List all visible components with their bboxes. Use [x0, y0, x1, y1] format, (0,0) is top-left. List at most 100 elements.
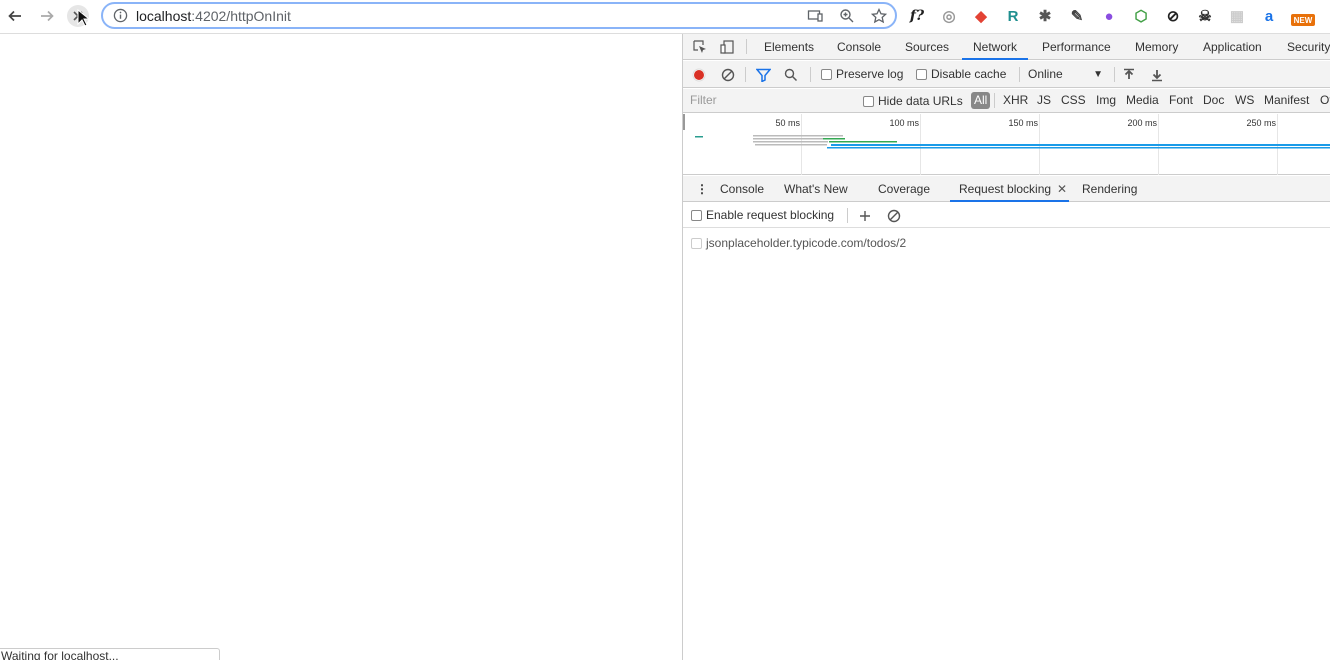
filter-type-font[interactable]: Font	[1169, 93, 1193, 107]
enable-request-blocking-label: Enable request blocking	[706, 208, 835, 222]
record-button[interactable]	[692, 61, 706, 88]
throttling-select[interactable]: Online ▼	[1028, 61, 1103, 88]
drawer-tab-bar: ⋮ Console What's New Coverage Request bl…	[683, 176, 1330, 202]
forward-button[interactable]	[36, 5, 58, 27]
close-icon[interactable]: ✕	[1057, 176, 1067, 202]
react-icon[interactable]: R	[1003, 6, 1023, 26]
pattern-text: jsonplaceholder.typicode.com/todos/2	[706, 236, 907, 250]
checkbox-box[interactable]	[691, 210, 702, 221]
list-item[interactable]: jsonplaceholder.typicode.com/todos/2	[691, 234, 906, 252]
filter-type-other[interactable]: Ot	[1320, 93, 1330, 107]
zoom-icon[interactable]	[838, 7, 856, 25]
overview-bar	[827, 147, 1330, 149]
separator	[994, 93, 995, 108]
checkbox-box[interactable]	[863, 95, 874, 107]
filter-type-media[interactable]: Media	[1126, 93, 1159, 107]
bookmark-star-icon[interactable]	[870, 7, 888, 25]
back-arrow-icon	[8, 10, 21, 22]
back-button[interactable]	[4, 5, 26, 27]
bug-icon[interactable]: ✱	[1035, 6, 1055, 26]
function-icon[interactable]: f?	[907, 6, 927, 26]
clear-icon	[721, 68, 735, 81]
filter-input[interactable]: Filter	[690, 93, 717, 107]
preserve-log-checkbox[interactable]: Preserve log	[821, 61, 903, 88]
tab-console[interactable]: Console	[837, 34, 881, 60]
checkbox-box[interactable]	[916, 69, 927, 80]
url-host: localhost	[136, 8, 192, 24]
enable-request-blocking-checkbox[interactable]: Enable request blocking	[691, 203, 834, 228]
tab-memory[interactable]: Memory	[1135, 34, 1178, 60]
url-path: :4202/httpOnInit	[191, 8, 291, 24]
import-har-button[interactable]	[1123, 61, 1135, 88]
color-wheel-icon[interactable]: ◆	[971, 6, 991, 26]
drawer-tab-console[interactable]: Console	[720, 176, 764, 202]
status-bubble: Waiting for localhost...	[0, 648, 220, 660]
filter-type-css[interactable]: CSS	[1061, 93, 1086, 107]
drawer-menu-icon[interactable]: ⋮	[696, 176, 708, 202]
separator	[1019, 67, 1020, 82]
plus-icon	[860, 210, 870, 221]
download-icon	[1152, 69, 1162, 81]
inspect-element-icon[interactable]	[692, 39, 708, 55]
tab-sources[interactable]: Sources	[905, 34, 949, 60]
export-har-button[interactable]	[1151, 61, 1163, 88]
separator	[810, 67, 811, 82]
eyedropper-icon[interactable]: ✎	[1067, 6, 1087, 26]
hide-data-urls-checkbox[interactable]: Hide data URLs	[863, 89, 963, 113]
tab-network[interactable]: Network	[962, 34, 1029, 60]
tab-elements[interactable]: Elements	[764, 34, 814, 60]
redux-icon[interactable]: ●	[1099, 6, 1119, 26]
info-icon[interactable]	[113, 8, 128, 23]
separator	[746, 39, 747, 54]
drawer-tab-rendering[interactable]: Rendering	[1082, 176, 1137, 202]
add-pattern-button[interactable]	[859, 203, 871, 228]
disable-cache-checkbox[interactable]: Disable cache	[916, 61, 1006, 88]
remove-all-patterns-button[interactable]	[887, 203, 901, 228]
filter-bar: Filter Hide data URLs All XHR JS CSS Img…	[683, 89, 1330, 113]
filter-type-img[interactable]: Img	[1096, 93, 1116, 107]
request-blocking-toolbar: Enable request blocking	[683, 203, 1330, 228]
filter-type-doc[interactable]: Doc	[1203, 93, 1224, 107]
filter-toggle-button[interactable]	[756, 61, 771, 88]
new-extension-icon[interactable]: NEW	[1291, 14, 1315, 26]
translate-icon[interactable]: a	[1259, 6, 1279, 26]
filter-type-all[interactable]: All	[971, 92, 991, 109]
search-button[interactable]	[784, 61, 798, 88]
filter-type-js[interactable]: JS	[1037, 93, 1051, 107]
drawer-tab-whats-new[interactable]: What's New	[784, 176, 848, 202]
filter-type-xhr[interactable]: XHR	[1003, 93, 1028, 107]
spiral-icon[interactable]: ◎	[939, 6, 959, 26]
mouse-cursor-icon	[77, 9, 89, 27]
clear-button[interactable]	[721, 61, 735, 88]
address-bar[interactable]: localhost:4202/httpOnInit	[101, 2, 897, 29]
hide-data-urls-label: Hide data URLs	[878, 93, 963, 108]
filter-type-ws[interactable]: WS	[1235, 93, 1254, 107]
forward-arrow-icon	[41, 10, 54, 22]
nodejs-icon[interactable]: ⬡	[1131, 6, 1151, 26]
overview-bar	[831, 144, 1330, 146]
tab-security[interactable]: Security	[1287, 34, 1330, 60]
overview-start-marker	[683, 114, 685, 130]
pattern-checkbox[interactable]	[691, 237, 702, 249]
device-toolbar-icon[interactable]	[719, 39, 735, 55]
overview-bar	[755, 144, 827, 146]
network-overview[interactable]: 50 ms 100 ms 150 ms 200 ms 250 ms	[683, 114, 1330, 175]
filter-type-manifest[interactable]: Manifest	[1264, 93, 1309, 107]
throttling-value: Online	[1028, 67, 1063, 81]
overview-bar	[823, 138, 845, 140]
skull-icon[interactable]: ☠	[1195, 6, 1215, 26]
grid-icon[interactable]: ▦	[1227, 6, 1247, 26]
devtools-panel: Elements Console Sources Network Perform…	[682, 34, 1330, 660]
slash-circle-icon[interactable]: ⊘	[1163, 6, 1183, 26]
tab-application[interactable]: Application	[1203, 34, 1262, 60]
upload-icon	[1124, 68, 1134, 79]
tab-performance[interactable]: Performance	[1042, 34, 1111, 60]
cast-icon[interactable]	[806, 7, 824, 25]
url-text[interactable]: localhost:4202/httpOnInit	[136, 7, 291, 25]
devtools-tab-bar: Elements Console Sources Network Perform…	[683, 34, 1330, 60]
search-icon	[784, 68, 798, 81]
checkbox-box[interactable]	[821, 69, 832, 80]
drawer-tab-request-blocking[interactable]: Request blocking ✕	[950, 176, 1070, 202]
drawer-tab-coverage[interactable]: Coverage	[878, 176, 930, 202]
separator	[1114, 67, 1115, 82]
